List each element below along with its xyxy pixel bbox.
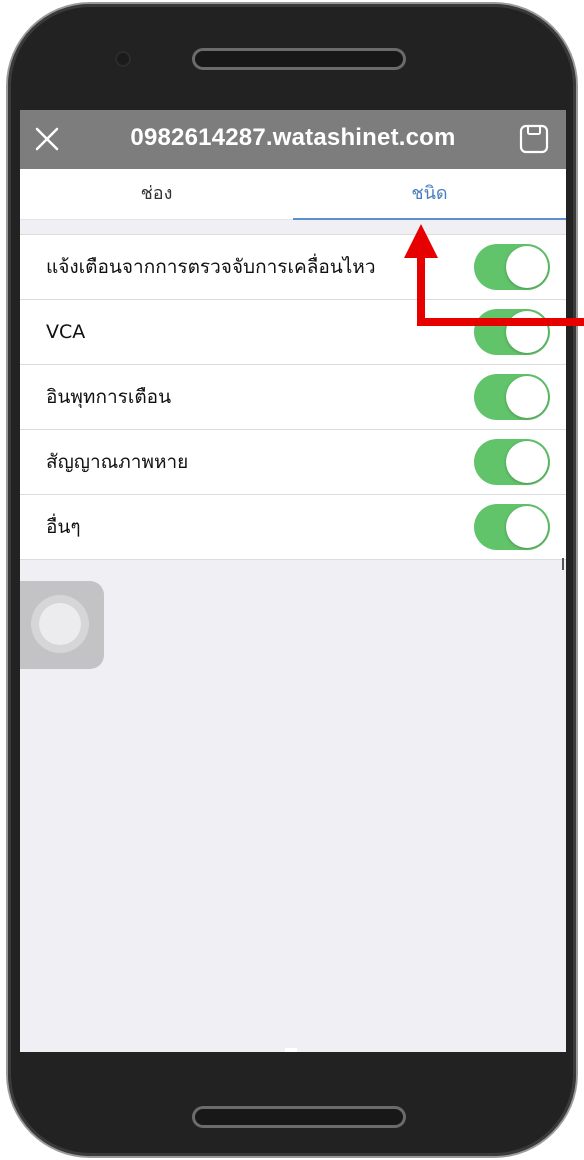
toggle-knob — [506, 311, 548, 353]
scroll-marker — [562, 558, 564, 570]
tab-bar: ช่อง ชนิด — [20, 169, 566, 220]
list-item-label: แจ้งเตือนจากการตรวจจับการเคลื่อนไหว — [46, 256, 376, 278]
bottom-marker — [285, 1048, 297, 1052]
list-item-label: สัญญาณภาพหาย — [46, 451, 189, 473]
list-item-video-loss: สัญญาณภาพหาย — [20, 430, 566, 495]
alarm-input-toggle[interactable] — [474, 374, 550, 420]
save-icon — [519, 124, 549, 154]
bottom-speaker — [195, 1109, 403, 1125]
top-speaker — [195, 51, 403, 67]
vca-toggle[interactable] — [474, 309, 550, 355]
list-item-vca: VCA — [20, 300, 566, 365]
toggle-knob — [506, 376, 548, 418]
list-item-label: อินพุทการเตือน — [46, 386, 172, 408]
other-toggle[interactable] — [474, 504, 550, 550]
navigation-bar: 0982614287.watashinet.com — [20, 110, 566, 169]
list-item-label: อื่นๆ — [46, 516, 81, 538]
video-loss-toggle[interactable] — [474, 439, 550, 485]
active-tab-indicator — [293, 218, 566, 220]
list-item-other: อื่นๆ — [20, 495, 566, 560]
list-item-alarm-input: อินพุทการเตือน — [20, 365, 566, 430]
list-item-label: VCA — [46, 321, 86, 343]
list-item-motion-detection: แจ้งเตือนจากการตรวจจับการเคลื่อนไหว — [20, 235, 566, 300]
save-button[interactable] — [518, 123, 550, 155]
close-icon — [35, 127, 59, 151]
close-button[interactable] — [32, 124, 62, 154]
motion-detection-toggle[interactable] — [474, 244, 550, 290]
toggle-knob — [506, 246, 548, 288]
assistive-touch-icon — [31, 595, 89, 653]
tab-channel[interactable]: ช่อง — [20, 169, 293, 219]
alert-type-list: แจ้งเตือนจากการตรวจจับการเคลื่อนไหว VCA … — [20, 234, 566, 560]
tab-type[interactable]: ชนิด — [293, 169, 566, 219]
toggle-knob — [506, 441, 548, 483]
app-screen: 0982614287.watashinet.com ช่อง ชนิด แจ้ง… — [20, 110, 566, 1052]
page-title: 0982614287.watashinet.com — [130, 124, 456, 151]
assistive-touch-center — [39, 603, 81, 645]
toggle-knob — [506, 506, 548, 548]
assistive-touch-button[interactable] — [20, 581, 104, 669]
front-camera — [115, 51, 131, 67]
